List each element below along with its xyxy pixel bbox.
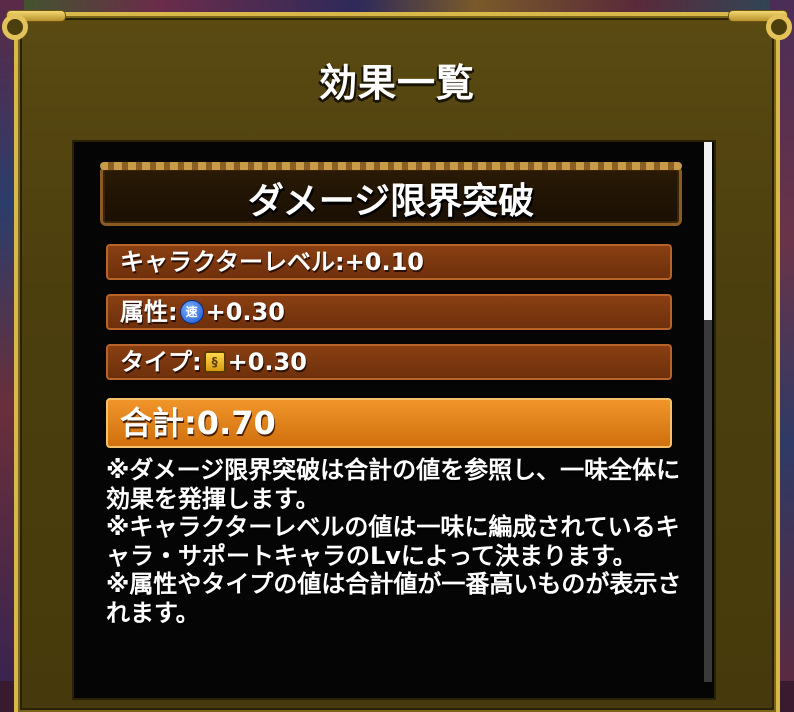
total-text: 合計:0.70 — [120, 404, 276, 442]
type-row: タイプ: § +0.30 — [106, 344, 672, 380]
character-level-text: キャラクターレベル:+0.10 — [120, 248, 424, 276]
attribute-row: 属性: 速 +0.30 — [106, 294, 672, 330]
type-label: タイプ: — [120, 348, 202, 376]
scrollbar-thumb[interactable] — [704, 142, 712, 320]
dialog-title: 効果一覧 — [318, 61, 475, 105]
type-icon: § — [203, 351, 226, 373]
attribute-value: +0.30 — [205, 298, 285, 326]
type-value: +0.30 — [227, 348, 307, 376]
total-row: 合計:0.70 — [106, 398, 672, 448]
notes-block: ※ダメージ限界突破は合計の値を参照し、一味全体に効果を発揮します。 ※キャラクタ… — [106, 456, 686, 627]
note-item: ※ダメージ限界突破は合計の値を参照し、一味全体に効果を発揮します。 — [106, 456, 681, 513]
note-item: ※属性やタイプの値は合計値が一番高いものが表示されます。 — [106, 570, 682, 627]
character-level-row: キャラクターレベル:+0.10 — [106, 244, 672, 280]
section-title: ダメージ限界突破 — [247, 181, 535, 222]
attribute-label: 属性: — [120, 298, 178, 326]
curl-ornament-left-icon — [2, 14, 28, 40]
curl-ornament-right-icon — [766, 14, 792, 40]
note-item: ※キャラクターレベルの値は一味に編成されているキャラ・サポートキャラのLvによっ… — [106, 513, 680, 570]
speed-attribute-icon: 速 — [179, 300, 204, 324]
scrollbar[interactable] — [704, 142, 712, 682]
rope-decoration — [100, 162, 682, 170]
